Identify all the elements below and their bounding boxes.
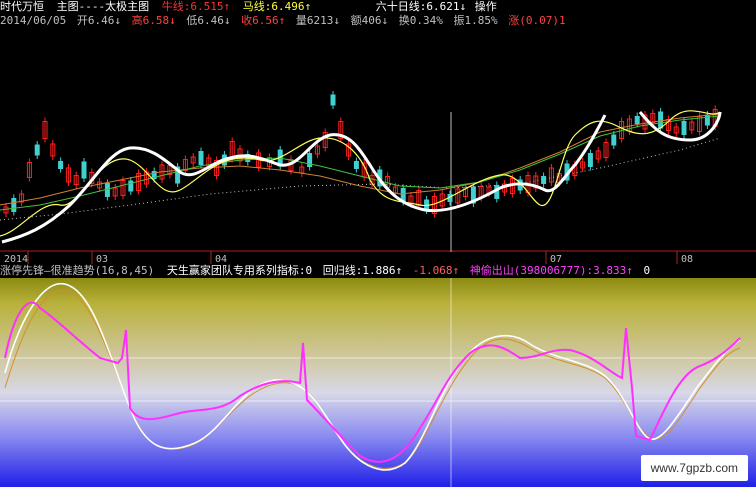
candle-body <box>330 94 336 106</box>
indicator-panel[interactable]: www.7gpzb.com <box>0 278 756 487</box>
candle-body <box>611 134 617 146</box>
header-row-1: 时代万恒 主图----太极主图 牛线:6.515↑ 马线:6.496↑ 六十日线… <box>0 0 497 13</box>
candle-body <box>587 153 593 167</box>
operation-label: 操作 <box>474 0 497 13</box>
indicator-magenta-line <box>4 301 741 463</box>
candle-body <box>681 121 687 135</box>
candle-body <box>658 111 664 129</box>
candlesticks <box>3 91 718 218</box>
amount-value: 额406↓ <box>350 14 389 27</box>
high-value: 高6.58↓ <box>131 14 176 27</box>
month-label-08: 08 <box>681 254 693 265</box>
indicator-name: 涨停先锋—很准趋势(16,8,45) <box>0 264 155 277</box>
candle-body <box>634 116 640 124</box>
date-value: 2014/06/05 <box>0 14 67 27</box>
turnover-value: 换0.34% <box>398 14 443 27</box>
stock-name: 时代万恒 <box>0 0 44 13</box>
watermark: www.7gpzb.com <box>640 455 748 481</box>
volume-value: 量6213↓ <box>295 14 340 27</box>
candle-body <box>11 198 17 212</box>
negative-value-label: -1.068↑ <box>412 264 460 277</box>
candle-body <box>353 161 359 169</box>
shentou-label: 神偷出山(398006777):3.833↑ <box>469 264 633 277</box>
team-indicator-label: 天生赢家团队专用系列指标:0 <box>166 264 313 277</box>
candle-body <box>34 144 40 156</box>
candle-body <box>81 161 87 179</box>
chart-title: 主图----太极主图 <box>56 0 150 13</box>
low-value: 低6.46↓ <box>186 14 231 27</box>
zero-label: 0 <box>643 264 651 277</box>
candle-body <box>198 151 204 165</box>
regression-line-label: 回归线:1.886↑ <box>322 264 403 277</box>
indicator-orange-line <box>4 289 741 469</box>
ma-niu-label: 牛线:6.515↑ <box>161 0 231 13</box>
indicator-header: 涨停先锋—很准趋势(16,8,45) 天生赢家团队专用系列指标:0 回归线:1.… <box>0 264 650 278</box>
close-value: 收6.56↑ <box>241 14 286 27</box>
white-trend-line[interactable] <box>1 111 722 244</box>
candle-body <box>704 114 710 126</box>
indicator-white-line <box>4 283 741 471</box>
ma-ma-label: 马线:6.496↑ <box>242 0 312 13</box>
header-row-2: 2014/06/05 开6.46↓ 高6.58↓ 低6.46↓ 收6.56↑ 量… <box>0 14 566 27</box>
price-chart[interactable]: 2014 03 04 07 08 <box>0 0 756 278</box>
change-value: 涨(0.07)1 <box>508 14 566 27</box>
candle-body <box>58 161 64 169</box>
amplitude-value: 振1.85% <box>453 14 498 27</box>
open-value: 开6.46↓ <box>76 14 121 27</box>
sixty-day-line-label: 六十日线:6.621↓ <box>375 0 467 13</box>
